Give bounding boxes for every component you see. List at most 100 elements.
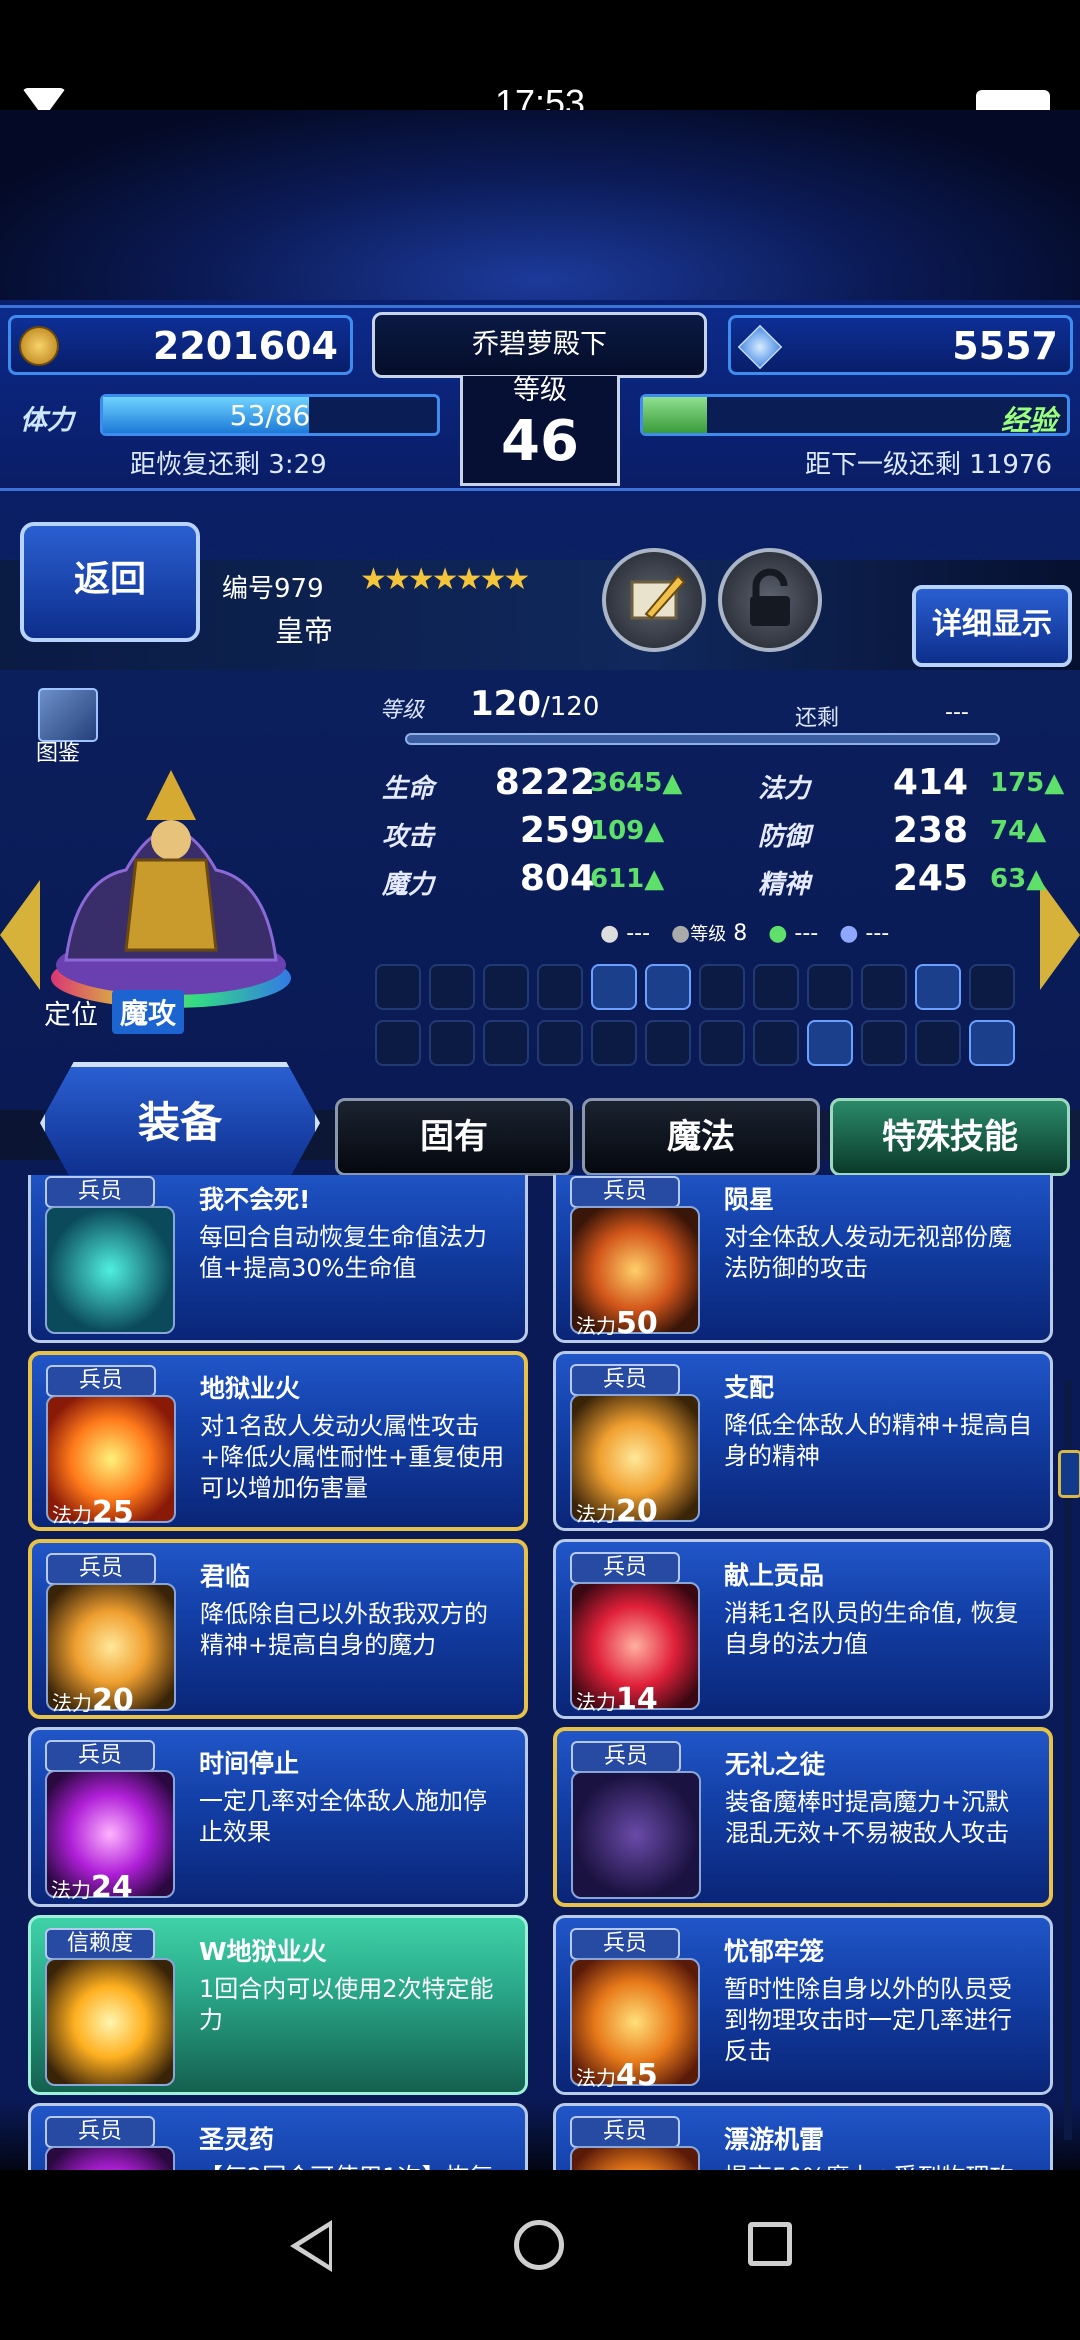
ability-card[interactable]: 兵员 法力20 支配 降低全体敌人的精神+提高自身的精神 — [553, 1351, 1053, 1531]
stat-mp-label: 法力 — [758, 774, 811, 804]
scrollbar-thumb[interactable] — [1058, 1450, 1080, 1498]
orb-c: --- — [794, 921, 819, 946]
back-button[interactable]: 返回 — [20, 522, 200, 642]
ability-card[interactable]: 兵员 我不会死! 每回合自动恢复生命值法力值+提高30%生命值 — [28, 1175, 528, 1343]
unit-level-max: /120 — [540, 692, 600, 722]
ability-tag: 兵员 — [45, 1740, 155, 1772]
ability-name: 献上贡品 — [724, 1561, 825, 1590]
staff-icon — [645, 964, 691, 1010]
ability-cost: 法力24 — [51, 1870, 133, 1905]
stamina-recover-label: 距恢复还剩 — [130, 450, 261, 480]
ability-cost: 法力20 — [576, 1494, 658, 1529]
exp-next-label: 距下一级还剩 — [805, 450, 962, 480]
tab-innate[interactable]: 固有 — [335, 1098, 573, 1176]
ability-description: 一定几率对全体敌人施加停止效果 — [199, 1787, 487, 1846]
ability-name: 漂游机雷 — [724, 2125, 825, 2154]
equip-type-icon — [483, 1020, 529, 1066]
ability-description: 装备魔棒时提高魔力+沉默混乱无效+不易被敌人攻击 — [725, 1788, 1010, 1847]
ability-name: 陨星 — [724, 1185, 775, 1214]
ability-card[interactable]: 兵员 漂游机雷提高50%魔力+受到物理攻击 — [553, 2103, 1053, 2170]
equip-type-icon — [645, 1020, 691, 1066]
stamina-recover-time: 3:29 — [268, 450, 327, 480]
stat-atk-label: 攻击 — [382, 822, 435, 852]
exp-label: 经验 — [1000, 404, 1057, 437]
nav-home-icon[interactable] — [514, 2220, 564, 2270]
ability-card[interactable]: 信赖度 W地狱业火 1回合内可以使用2次特定能力 — [28, 1915, 528, 2095]
unit-exp-bar — [405, 733, 1000, 745]
stat-spr-label: 精神 — [758, 870, 811, 900]
ability-name: 忧郁牢笼 — [724, 1937, 825, 1966]
equip-type-icon — [699, 1020, 745, 1066]
equipment-type-grid — [375, 964, 1035, 1074]
ability-name: 君临 — [200, 1562, 251, 1591]
ability-cost: 法力50 — [576, 1306, 658, 1341]
ability-tag: 兵员 — [571, 1741, 681, 1773]
orb-a: --- — [626, 921, 651, 946]
ability-card[interactable]: 兵员 无礼之徒装备魔棒时提高魔力+沉默混乱无效+不易被敌人攻击 — [553, 1727, 1053, 1907]
gil-counter: 2201604 — [8, 315, 353, 375]
ability-card[interactable]: 兵员 法力45 忧郁牢笼 暂时性除自身以外的队员受到物理攻击时一定几率进行反击 — [553, 1915, 1053, 2095]
ability-card[interactable]: 兵员法力24 时间停止一定几率对全体敌人施加停止效果 — [28, 1727, 528, 1907]
ability-name: 圣灵药 — [199, 2125, 275, 2154]
unit-level-current: 120 — [470, 684, 541, 724]
orb-icon: ● — [600, 921, 620, 946]
ability-tag: 兵员 — [570, 1364, 680, 1396]
ability-tag: 兵员 — [45, 2116, 155, 2148]
equip-type-icon — [375, 1020, 421, 1066]
tab-special[interactable]: 特殊技能 — [830, 1098, 1070, 1176]
ability-name: 无礼之徒 — [725, 1750, 826, 1779]
exp-next-value: 11976 — [969, 450, 1052, 480]
ability-cost: 法力25 — [52, 1495, 134, 1530]
equip-type-icon — [753, 964, 799, 1010]
gil-coin-icon — [19, 326, 59, 366]
nav-back-icon[interactable] — [290, 2220, 332, 2272]
equip-type-icon — [969, 964, 1015, 1010]
unit-portrait[interactable] — [36, 760, 306, 1020]
stat-def-label: 防御 — [758, 822, 811, 852]
ability-description: 对全体敌人发动无视部份魔法防御的攻击 — [724, 1223, 1012, 1282]
ability-tag: 兵员 — [46, 1553, 156, 1585]
stat-mp-value: 414 — [892, 762, 968, 803]
unit-level: 120/120 — [470, 684, 599, 724]
ability-name: 时间停止 — [199, 1749, 300, 1778]
ability-icon — [45, 2146, 175, 2170]
exp-bar: 经验 — [640, 394, 1070, 437]
orb-b: 8 — [733, 921, 748, 946]
rarity-stars: ★★★★★★★ — [360, 562, 530, 597]
remaining-value: --- — [945, 700, 969, 725]
ability-card[interactable]: 兵员 法力25 地狱业火 对1名敌人发动火属性攻击+降低火属性耐性+重复使用可以增加伤… — [28, 1351, 528, 1531]
level-value: 46 — [501, 409, 579, 474]
ability-description: 暂时性除自身以外的队员受到物理攻击时一定几率进行反击 — [724, 1975, 1012, 2065]
ability-card[interactable]: 兵员 圣灵药【每2回合可使用1次】恢复自 — [28, 2103, 528, 2170]
encyclopedia-icon[interactable] — [38, 688, 98, 742]
tab-magic[interactable]: 魔法 — [582, 1098, 820, 1176]
orb-b-label: 等级 — [690, 924, 727, 945]
stamina-bar: 53/86 — [100, 394, 440, 436]
stat-atk-value: 259 — [519, 810, 595, 851]
ability-card[interactable]: 兵员法力50 陨星对全体敌人发动无视部份魔法防御的攻击 — [553, 1175, 1053, 1343]
ability-description: 降低全体敌人的精神+提高自身的精神 — [724, 1411, 1033, 1470]
ability-card[interactable]: 兵员 法力14 献上贡品 消耗1名队员的生命值, 恢复自身的法力值 — [553, 1539, 1053, 1719]
gil-value: 2201604 — [152, 324, 338, 368]
nav-recents-icon[interactable] — [748, 2222, 792, 2266]
ability-card[interactable]: 兵员 法力20 君临 降低除自己以外敌我双方的精神+提高自身的魔力 — [28, 1539, 528, 1719]
ability-description: 1回合内可以使用2次特定能力 — [199, 1975, 494, 2034]
ability-description: 每回合自动恢复生命值法力值+提高30%生命值 — [199, 1223, 487, 1282]
quill-button[interactable] — [602, 548, 706, 652]
ability-tag: 兵员 — [570, 1176, 680, 1208]
stat-spr-value: 245 — [892, 858, 968, 899]
ability-tag: 兵员 — [570, 2116, 680, 2148]
detail-button[interactable]: 详细显示 — [912, 585, 1072, 667]
remaining-label: 还剩 — [795, 706, 840, 731]
clothes-icon — [807, 1020, 853, 1066]
ability-icon — [571, 1771, 701, 1899]
ability-name: 我不会死! — [199, 1185, 311, 1214]
stamina-label: 体力 — [20, 405, 74, 436]
stat-hp-label: 生命 — [382, 774, 435, 804]
equip-type-icon — [537, 1020, 583, 1066]
tab-equip[interactable]: 装备 — [40, 1062, 320, 1184]
lapis-value: 5557 — [952, 324, 1058, 368]
prev-unit-arrow[interactable] — [0, 880, 40, 990]
ability-list[interactable]: 兵员 我不会死! 每回合自动恢复生命值法力值+提高30%生命值 兵员 法力50 陨星 对全体… — [0, 1175, 1080, 2170]
lock-button[interactable] — [718, 548, 822, 652]
